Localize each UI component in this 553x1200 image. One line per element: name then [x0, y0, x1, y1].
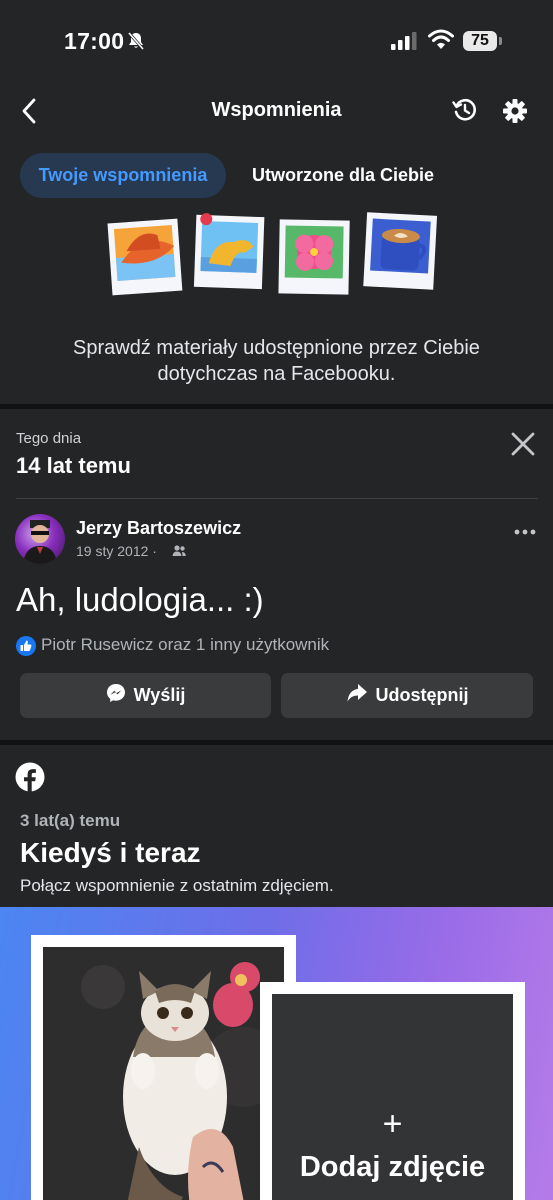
battery-icon: 75	[463, 31, 497, 51]
post-date[interactable]: 19 sty 2012 ·	[76, 543, 157, 559]
tab-your-memories[interactable]: Twoje wspomnienia	[20, 153, 226, 198]
then-now-description: Połącz wspomnienie z ostatnim zdjęciem.	[20, 876, 334, 895]
send-button-label: Wyślij	[133, 685, 186, 705]
old-photo-frame[interactable]	[31, 935, 296, 1200]
card-divider	[16, 498, 538, 499]
messenger-icon	[106, 683, 126, 708]
add-photo-placeholder[interactable]: + Dodaj zdjęcie	[272, 994, 513, 1200]
author-name[interactable]: Jerzy Bartoszewicz	[76, 518, 241, 539]
status-bar: 17:00 75	[0, 0, 553, 80]
add-photo-frame[interactable]: + Dodaj zdjęcie	[260, 982, 525, 1200]
memory-title: 14 lat temu	[16, 453, 131, 478]
then-and-now-card: 3 lat(a) temu Kiedyś i teraz Połącz wspo…	[0, 745, 553, 1200]
then-now-subtitle: 3 lat(a) temu	[20, 811, 121, 830]
share-button-label: Udostępnij	[375, 685, 469, 705]
friends-icon	[172, 544, 186, 562]
close-icon[interactable]	[511, 432, 535, 461]
memory-subtitle: Tego dnia	[16, 430, 82, 447]
bell-off-icon	[126, 31, 146, 56]
tab-created-for-you[interactable]: Utworzone dla Ciebie	[252, 153, 434, 198]
then-now-banner: + Dodaj zdjęcie	[0, 907, 553, 1200]
like-icon	[16, 636, 36, 661]
add-photo-plus: +	[382, 1105, 403, 1143]
wifi-icon	[428, 29, 454, 56]
status-time: 17:00	[64, 28, 125, 54]
battery-cap	[499, 37, 502, 45]
then-now-title: Kiedyś i teraz	[20, 837, 201, 868]
memories-illustration	[105, 206, 445, 311]
section-divider	[0, 404, 553, 409]
cat-photo	[43, 947, 284, 1200]
history-icon[interactable]	[452, 97, 478, 128]
avatar[interactable]	[15, 514, 65, 564]
memories-intro-text: Sprawdź materiały udostępnione przez Cie…	[73, 337, 480, 385]
reactions-summary[interactable]: Piotr Rusewicz oraz 1 inny użytkownik	[41, 635, 329, 655]
send-button[interactable]: Wyślij	[20, 673, 271, 718]
share-button[interactable]: Udostępnij	[281, 673, 533, 718]
memory-tabs: Twoje wspomnienia Utworzone dla Ciebie	[0, 153, 553, 199]
gear-icon[interactable]	[502, 98, 528, 129]
signal-icon	[391, 32, 417, 55]
post-text: Ah, ludologia... :)	[16, 581, 264, 618]
header: Wspomnienia	[0, 80, 553, 142]
facebook-icon	[15, 762, 45, 797]
memory-card: Tego dnia 14 lat temu Jerzy Bartoszewicz…	[0, 410, 553, 740]
add-photo-label: Dodaj zdjęcie	[299, 1151, 486, 1183]
share-icon	[346, 683, 368, 708]
more-icon[interactable]	[514, 522, 536, 540]
